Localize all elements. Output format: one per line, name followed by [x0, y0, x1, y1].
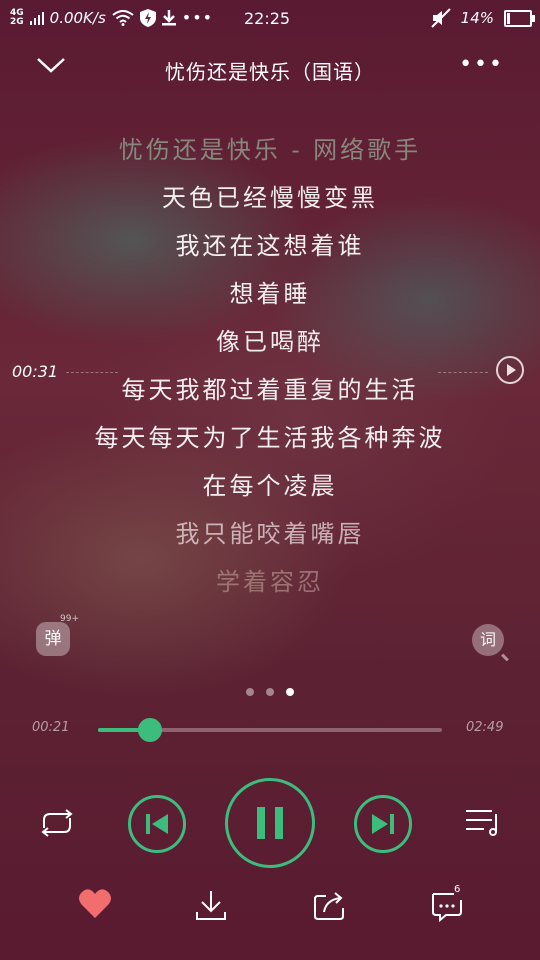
repeat-icon[interactable]	[38, 808, 76, 838]
download-status-icon	[161, 9, 176, 25]
shield-icon	[139, 8, 156, 27]
current-time: 00:21	[32, 720, 70, 735]
previous-button[interactable]	[128, 795, 186, 853]
lyrics-panel[interactable]: 忧伤还是快乐 - 网络歌手 天色已经慢慢变黑 我还在这想着谁 想着睡 像已喝醉 …	[0, 130, 540, 610]
playlist-icon[interactable]	[464, 806, 502, 838]
more-status-icon: •••	[181, 8, 214, 27]
lyric-line: 我还在这想着谁	[175, 232, 365, 260]
network-bottom-label: 2G	[10, 16, 24, 27]
signal-icon	[29, 11, 44, 25]
comment-button[interactable]: 6	[430, 884, 464, 923]
lyric-search-button[interactable]: 词	[472, 624, 504, 656]
lyric-line: 学着容忍	[216, 568, 324, 596]
status-time: 22:25	[244, 9, 291, 28]
battery-icon	[504, 9, 535, 27]
player-header: 忧伤还是快乐（国语） •••	[0, 46, 540, 92]
progress-thumb[interactable]	[137, 718, 162, 742]
danmu-count: 99+	[60, 614, 79, 624]
pause-icon	[257, 807, 283, 839]
status-bar: 4G 2G 0.00K/s ••• 22:25 14%	[0, 0, 540, 36]
wifi-icon	[112, 9, 134, 26]
lyric-line: 忧伤还是快乐 - 网络歌手	[118, 136, 422, 164]
download-icon[interactable]	[194, 888, 228, 922]
skip-previous-icon	[146, 814, 168, 834]
page-dot-active[interactable]	[286, 688, 294, 696]
seek-play-icon[interactable]	[496, 356, 524, 384]
lyric-line: 天色已经慢慢变黑	[162, 184, 378, 212]
lyric-line: 在每个凌晨	[202, 472, 338, 500]
seek-time-label: 00:31	[12, 362, 59, 381]
share-icon[interactable]	[312, 888, 346, 922]
total-time: 02:49	[466, 720, 504, 735]
lyric-line: 像已喝醉	[216, 328, 324, 356]
heart-icon[interactable]	[78, 888, 112, 920]
pause-button[interactable]	[225, 778, 315, 868]
page-dot[interactable]	[266, 688, 274, 696]
lyric-line: 想着睡	[229, 280, 311, 308]
lyric-line: 每天每天为了生活我各种奔波	[94, 424, 446, 452]
lyric-line-current: 每天我都过着重复的生活	[121, 376, 419, 404]
more-options-icon[interactable]: •••	[459, 54, 504, 76]
network-speed: 0.00K/s	[49, 8, 106, 27]
seek-guide-line-right	[438, 372, 488, 373]
danmu-button[interactable]: 弹	[36, 622, 70, 656]
seek-guide-line-left	[66, 372, 118, 373]
comment-count: 6	[454, 884, 461, 895]
mute-icon	[430, 8, 451, 28]
progress-slider[interactable]	[98, 718, 442, 742]
page-indicator	[0, 688, 540, 696]
skip-next-icon	[372, 814, 394, 834]
battery-fill	[507, 12, 510, 24]
battery-percent: 14%	[460, 9, 494, 27]
next-button[interactable]	[354, 795, 412, 853]
lyric-line: 我只能咬着嘴唇	[175, 520, 365, 548]
status-right: 14%	[430, 8, 535, 28]
status-left: 4G 2G 0.00K/s •••	[10, 8, 213, 27]
page-dot[interactable]	[246, 688, 254, 696]
network-type: 4G 2G	[10, 8, 24, 27]
